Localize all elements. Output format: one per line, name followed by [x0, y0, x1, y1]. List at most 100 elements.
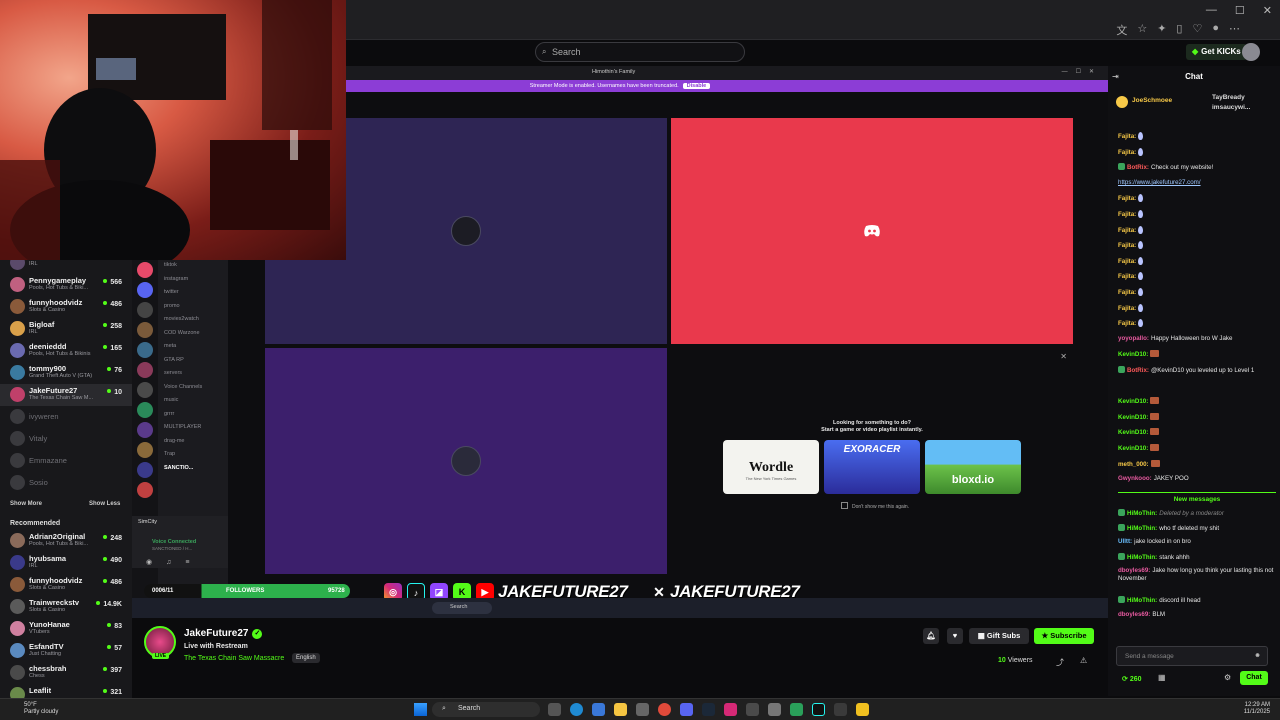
server-icon[interactable]	[137, 342, 153, 358]
channel-item[interactable]: twitter	[164, 289, 179, 295]
get-kicks-button[interactable]: ◆ Get KICKs	[1186, 44, 1247, 60]
app-icon[interactable]	[636, 703, 649, 716]
channel-item[interactable]: grrrr	[164, 411, 174, 417]
subscribe-button[interactable]: ★ Subscribe	[1034, 628, 1094, 644]
chat-username[interactable]: Fajita:	[1118, 305, 1136, 312]
windows-start-icon[interactable]	[414, 703, 427, 716]
chat-username[interactable]: HiMoThin:	[1127, 525, 1157, 532]
voice-user[interactable]: SimCity	[138, 519, 157, 525]
channel-item[interactable]: drag-me	[164, 438, 184, 444]
edge-icon[interactable]	[570, 703, 583, 716]
app-icon[interactable]	[592, 703, 605, 716]
chat-link[interactable]: https://www.jakefuture27.com/	[1118, 179, 1201, 186]
star-icon[interactable]: ☆	[1137, 22, 1147, 38]
channel-item[interactable]: music	[164, 397, 178, 403]
server-icon[interactable]	[137, 462, 153, 478]
server-icon[interactable]	[137, 442, 153, 458]
sidebar-channel[interactable]: Trainwreckstv Slots & Casino 14.9K	[0, 596, 132, 618]
chat-username[interactable]: Fajita:	[1118, 149, 1136, 156]
sidebar-channel[interactable]: hyubsama IRL 490	[0, 552, 132, 574]
channel-item[interactable]: MULTIPLAYER	[164, 424, 201, 430]
server-icon[interactable]	[137, 282, 153, 298]
chat-username[interactable]: KevinD10:	[1118, 429, 1148, 436]
sidebar-channel-offline[interactable]: Vitaly	[0, 428, 132, 450]
server-icon[interactable]	[137, 322, 153, 338]
sidebar-channel[interactable]: funnyhoodvidz Slots & Casino 486	[0, 574, 132, 596]
share-icon[interactable]: ⤴	[1056, 657, 1064, 668]
channel-points[interactable]: ⟳ 260	[1122, 675, 1142, 683]
channel-item[interactable]: SANCTIO...	[164, 465, 193, 471]
voice-controls[interactable]: ◉♫≡	[146, 558, 203, 566]
sidebar-channel[interactable]: YunoHanae VTubers 83	[0, 618, 132, 640]
chat-username[interactable]: Fajita:	[1118, 195, 1136, 202]
show-less-link[interactable]: Show Less	[89, 501, 120, 507]
streamer-name[interactable]: JakeFuture27 ✓	[184, 628, 263, 639]
chat-username[interactable]: dboyles69:	[1118, 611, 1150, 618]
system-clock[interactable]: 12:29 AM 11/1/2025	[1244, 702, 1270, 716]
notification-bell-button[interactable]: 🔔︎	[923, 628, 939, 644]
chat-username[interactable]: HiMoThin:	[1127, 554, 1157, 561]
chat-username[interactable]: Fajita:	[1118, 258, 1136, 265]
sidebar-channel[interactable]: deenieddd Pools, Hot Tubs & Bikinis 165	[0, 340, 132, 362]
language-tag[interactable]: English	[292, 653, 320, 663]
sidebar-channel[interactable]: Adrian2Original Pools, Hot Tubs & Biki...…	[0, 530, 132, 552]
chat-username[interactable]: Fajita:	[1118, 227, 1136, 234]
chrome-icon[interactable]	[658, 703, 671, 716]
settings-icon[interactable]	[768, 703, 781, 716]
channel-item[interactable]: servers	[164, 370, 182, 376]
chat-username[interactable]: Fajita:	[1118, 211, 1136, 218]
close-activity-icon[interactable]: ✕	[1060, 352, 1067, 361]
pinned-user[interactable]: imsaucywi...	[1212, 104, 1250, 111]
server-icon[interactable]	[137, 302, 153, 318]
server-icon[interactable]	[137, 402, 153, 418]
sidebar-channel-offline[interactable]: Sosio	[0, 472, 132, 494]
weather-widget[interactable]: 50°F Partly cloudy	[24, 702, 58, 716]
chat-username[interactable]: KevinD10:	[1118, 351, 1148, 358]
pinned-user[interactable]: TayBready	[1212, 94, 1245, 101]
chat-username[interactable]: Fajita:	[1118, 289, 1136, 296]
favorites-icon[interactable]: ♡	[1192, 22, 1202, 38]
sidebar-channel[interactable]: funnyhoodvidz Slots & Casino 486	[0, 296, 132, 318]
wordle-activity-card[interactable]: Wordle The New York Times Games	[723, 440, 819, 494]
steam-icon[interactable]	[702, 703, 715, 716]
gift-subs-button[interactable]: ▦ Gift Subs	[969, 628, 1029, 644]
sidebar-channel[interactable]: Bigloaf IRL 258	[0, 318, 132, 340]
chat-username[interactable]: Fajita:	[1118, 273, 1136, 280]
chat-username[interactable]: Gwynkooo:	[1118, 475, 1152, 482]
server-icon[interactable]	[137, 422, 153, 438]
chat-username[interactable]: KevinD10:	[1118, 414, 1148, 421]
chat-username[interactable]: dboyles69:	[1118, 567, 1150, 574]
app-icon[interactable]	[790, 703, 803, 716]
close-icon[interactable]: ✕	[1263, 4, 1272, 17]
taskbar-search[interactable]: ⌕ Search	[432, 702, 540, 717]
sidebar-channel[interactable]: Pennygameplay Pools, Hot Tubs & Biki... 56…	[0, 274, 132, 296]
exoracer-activity-card[interactable]: EXORACER	[824, 440, 920, 494]
send-chat-button[interactable]: Chat	[1240, 671, 1268, 685]
server-icon[interactable]	[137, 262, 153, 278]
sidebar-channel[interactable]: tommy900 Grand Theft Auto V (GTA) 76	[0, 362, 132, 384]
channel-item[interactable]: COD Warzone	[164, 330, 200, 336]
chat-username[interactable]: Fajita:	[1118, 242, 1136, 249]
chat-username[interactable]: KevinD10:	[1118, 398, 1148, 405]
channel-item[interactable]: Trap	[164, 451, 175, 457]
chat-username[interactable]: BotRix:	[1127, 367, 1149, 374]
chat-message-input[interactable]: Send a message ☻	[1116, 646, 1268, 666]
show-more-link[interactable]: Show More	[10, 501, 42, 507]
menu-icon[interactable]: ⋯	[1229, 22, 1240, 38]
chat-username[interactable]: Fajita:	[1118, 320, 1136, 327]
chat-settings-icon[interactable]: ⚙	[1224, 673, 1231, 682]
video-tile[interactable]	[671, 118, 1073, 344]
server-icon[interactable]	[137, 362, 153, 378]
sidebar-channel-offline[interactable]: Emmazane	[0, 450, 132, 472]
extension-icon[interactable]: ✦	[1157, 22, 1166, 38]
stream-category-link[interactable]: The Texas Chain Saw Massacre	[184, 655, 284, 662]
emote-picker-icon[interactable]: ☻	[1254, 652, 1261, 659]
channel-item[interactable]: Voice Channels	[164, 384, 202, 390]
user-avatar[interactable]	[1242, 43, 1260, 61]
app-icon[interactable]	[856, 703, 869, 716]
pinned-user[interactable]: JoeSchmoee	[1132, 97, 1172, 104]
rewards-icon[interactable]: ▦	[1158, 673, 1166, 682]
video-tile[interactable]	[265, 348, 667, 574]
discord-window-controls[interactable]: —☐✕	[1062, 68, 1102, 75]
minimize-icon[interactable]: —	[1206, 4, 1217, 17]
